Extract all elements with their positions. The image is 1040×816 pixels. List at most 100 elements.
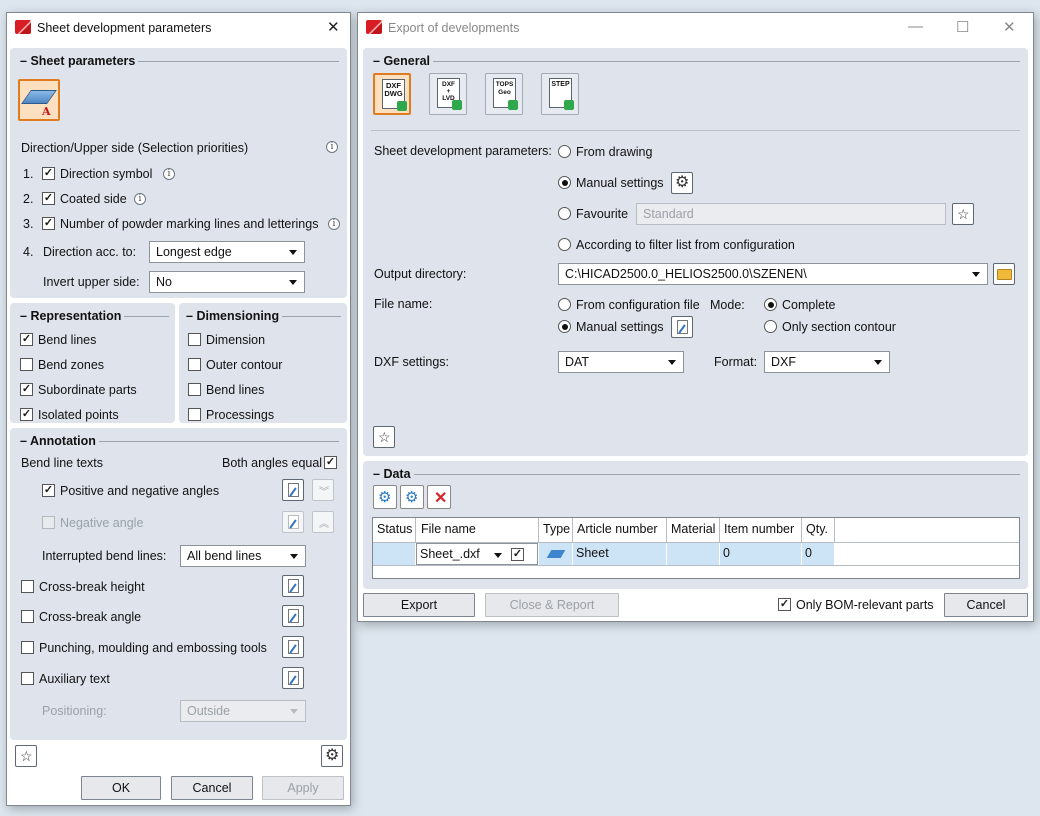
dim-bend-lines-label: Bend lines: [206, 383, 265, 397]
close-icon[interactable]: ✕: [1003, 18, 1016, 36]
both-angles-equal-checkbox[interactable]: ✓: [324, 456, 337, 469]
subordinate-parts-label: Subordinate parts: [38, 383, 137, 397]
ok-button[interactable]: OK: [81, 776, 161, 800]
qty-value: 0: [805, 546, 812, 560]
bend-lines-checkbox[interactable]: ✓: [20, 333, 33, 346]
cross-break-angle-edit-button[interactable]: [282, 605, 304, 627]
cross-break-height-edit-button[interactable]: [282, 575, 304, 597]
table-row[interactable]: Sheet_.dxf ✓ Sheet 0 0: [373, 542, 1019, 566]
output-directory-select[interactable]: C:\HICAD2500.0_HELIOS2500.0\SZENEN\: [558, 263, 988, 285]
cross-break-height-label: Cross-break height: [39, 580, 145, 594]
powder-marking-checkbox[interactable]: ✓: [42, 217, 55, 230]
column-header-file-name[interactable]: File name: [421, 522, 476, 536]
add-data-button[interactable]: ⚙: [373, 485, 397, 509]
edit-icon: [288, 579, 299, 593]
punching-tools-edit-button[interactable]: [282, 636, 304, 658]
from-config-file-radio[interactable]: [558, 298, 571, 311]
export-dxf-dwg-tile[interactable]: DXF DWG: [373, 73, 411, 115]
direction-symbol-checkbox[interactable]: ✓: [42, 167, 55, 180]
gear-refresh-icon: ⚙: [405, 489, 419, 506]
representation-title: – Representation: [17, 309, 125, 323]
browse-folder-button[interactable]: [993, 263, 1015, 285]
coated-side-checkbox[interactable]: ✓: [42, 192, 55, 205]
only-bom-checkbox[interactable]: ✓: [778, 598, 791, 611]
priority-3-number: 3.: [23, 217, 34, 231]
filter-list-radio[interactable]: [558, 238, 571, 251]
positive-negative-edit-button[interactable]: [282, 479, 304, 501]
maximize-icon[interactable]: ☐: [956, 18, 969, 36]
refresh-data-button[interactable]: ⚙: [400, 485, 424, 509]
from-drawing-radio[interactable]: [558, 145, 571, 158]
file-name-manual-radio[interactable]: [558, 320, 571, 333]
edit-icon: [288, 640, 299, 654]
favourite-radio[interactable]: [558, 207, 571, 220]
favourite-select[interactable]: Standard: [636, 203, 946, 225]
export-step-tile[interactable]: STEP: [541, 73, 579, 115]
auxiliary-text-edit-button[interactable]: [282, 667, 304, 689]
favourite-star-button[interactable]: ☆: [952, 203, 974, 225]
negative-angle-edit-button[interactable]: [282, 511, 304, 533]
dxf-settings-select[interactable]: DAT: [558, 351, 684, 373]
export-button[interactable]: Export: [363, 593, 475, 617]
apply-button[interactable]: Apply: [262, 776, 344, 800]
favourite-button[interactable]: ☆: [15, 745, 37, 767]
gear-icon: ⚙: [325, 747, 340, 764]
qty-cell: 0: [802, 543, 834, 565]
cross-break-height-checkbox[interactable]: [21, 580, 34, 593]
manual-settings-gear-button[interactable]: ⚙: [671, 172, 693, 194]
move-up-button[interactable]: ︽: [312, 511, 334, 533]
subordinate-parts-checkbox[interactable]: ✓: [20, 383, 33, 396]
close-icon[interactable]: ✕: [327, 18, 340, 36]
interrupted-bend-lines-select[interactable]: All bend lines: [180, 545, 306, 567]
column-header-qty[interactable]: Qty.: [806, 522, 828, 536]
step-icon: STEP: [549, 78, 574, 110]
positive-negative-checkbox[interactable]: ✓: [42, 484, 55, 497]
general-favourite-button[interactable]: ☆: [373, 426, 395, 448]
close-report-button[interactable]: Close & Report: [485, 593, 619, 617]
file-name-edit-button[interactable]: [671, 316, 693, 338]
sheet-parameters-tile[interactable]: A: [18, 79, 60, 121]
delete-data-button[interactable]: ✕: [427, 485, 451, 509]
file-name-checkbox[interactable]: ✓: [511, 548, 524, 561]
column-header-material[interactable]: Material: [671, 522, 715, 536]
isolated-points-checkbox[interactable]: ✓: [20, 408, 33, 421]
punching-tools-label: Punching, moulding and embossing tools: [39, 641, 267, 655]
minimize-icon[interactable]: —: [908, 18, 923, 35]
settings-button[interactable]: ⚙: [321, 745, 343, 767]
info-icon[interactable]: i: [328, 218, 340, 230]
outer-contour-checkbox[interactable]: [188, 358, 201, 371]
mode-complete-radio[interactable]: [764, 298, 777, 311]
bend-lines-label: Bend lines: [38, 333, 97, 347]
dropdown-arrow-icon[interactable]: [494, 553, 502, 558]
file-name-cell[interactable]: Sheet_.dxf ✓: [416, 543, 538, 565]
bend-zones-checkbox[interactable]: [20, 358, 33, 371]
column-header-item-number[interactable]: Item number: [724, 522, 794, 536]
delete-icon: ✕: [434, 490, 448, 507]
cross-break-angle-checkbox[interactable]: [21, 610, 34, 623]
dimension-checkbox[interactable]: [188, 333, 201, 346]
dxf-lvd-icon: DXF + LVD: [437, 78, 462, 110]
info-icon[interactable]: i: [326, 141, 338, 153]
mode-section-contour-radio[interactable]: [764, 320, 777, 333]
manual-settings-radio[interactable]: [558, 176, 571, 189]
cancel-button[interactable]: Cancel: [944, 593, 1028, 617]
positioning-select[interactable]: Outside: [180, 700, 306, 722]
cancel-button[interactable]: Cancel: [171, 776, 253, 800]
info-icon[interactable]: i: [163, 168, 175, 180]
dim-bend-lines-checkbox[interactable]: [188, 383, 201, 396]
move-down-button[interactable]: ︾: [312, 479, 334, 501]
punching-tools-checkbox[interactable]: [21, 641, 34, 654]
auxiliary-text-checkbox[interactable]: [21, 672, 34, 685]
info-icon[interactable]: i: [134, 193, 146, 205]
negative-angle-checkbox[interactable]: [42, 516, 55, 529]
invert-upper-side-select[interactable]: No: [149, 271, 305, 293]
export-tops-geo-tile[interactable]: TOPS Geo: [485, 73, 523, 115]
format-select[interactable]: DXF: [764, 351, 890, 373]
export-dxf-lvd-tile[interactable]: DXF + LVD: [429, 73, 467, 115]
column-header-type[interactable]: Type: [543, 522, 570, 536]
item-number-value: 0: [723, 546, 730, 560]
processings-checkbox[interactable]: [188, 408, 201, 421]
direction-acc-select[interactable]: Longest edge: [149, 241, 305, 263]
column-header-article-number[interactable]: Article number: [577, 522, 658, 536]
column-header-status[interactable]: Status: [377, 522, 412, 536]
